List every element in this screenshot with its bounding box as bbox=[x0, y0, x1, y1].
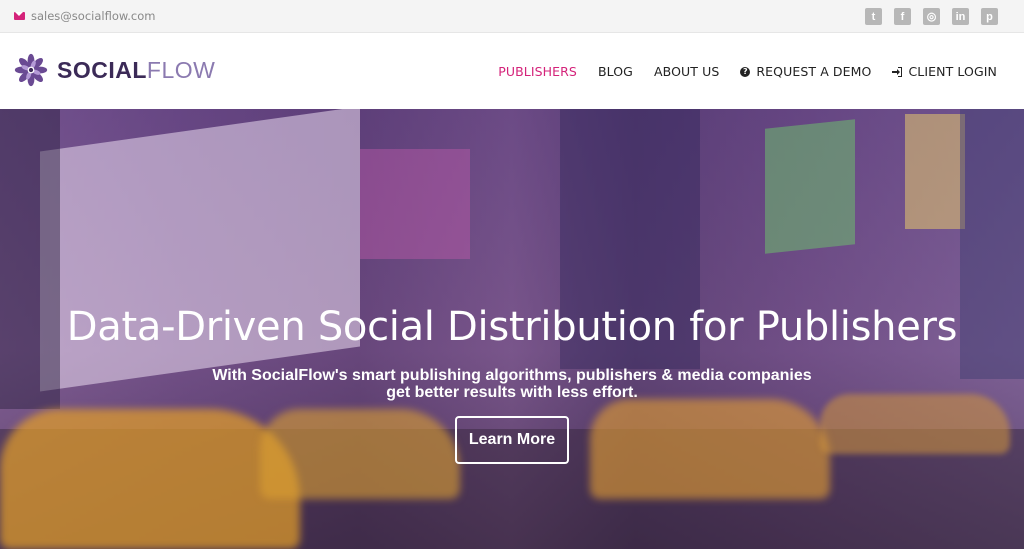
hero-sub-line2: get better results with less effort. bbox=[386, 384, 638, 401]
learn-more-button[interactable]: Learn More bbox=[455, 416, 569, 464]
logo-wordmark: SOCIALFLOW bbox=[57, 57, 215, 84]
hero-banner: Data-Driven Social Distribution for Publ… bbox=[0, 109, 1024, 549]
nav-publishers[interactable]: PUBLISHERS bbox=[498, 64, 577, 79]
hero-sub-line1: With SocialFlow's smart publishing algor… bbox=[212, 367, 812, 384]
sign-in-icon bbox=[892, 66, 903, 77]
envelope-icon bbox=[14, 12, 25, 20]
logo-social-text: SOCIAL bbox=[57, 56, 147, 83]
instagram-icon[interactable]: ◎ bbox=[923, 8, 940, 25]
billboard-center bbox=[360, 149, 470, 259]
logo-flow-text: FLOW bbox=[146, 56, 216, 83]
logo-flower-icon bbox=[14, 53, 48, 87]
taxi-left bbox=[0, 409, 300, 549]
twitter-icon[interactable]: t bbox=[865, 8, 882, 25]
billboard-green bbox=[765, 119, 855, 254]
taxi-far-right bbox=[820, 394, 1010, 454]
nav-demo-label: REQUEST A DEMO bbox=[756, 64, 872, 79]
pinterest-icon[interactable]: p bbox=[981, 8, 998, 25]
top-bar: sales@socialflow.com t f ◎ in p bbox=[0, 0, 1024, 33]
hero-subheading: With SocialFlow's smart publishing algor… bbox=[0, 367, 1024, 401]
nav-blog-label: BLOG bbox=[597, 64, 633, 79]
main-nav: PUBLISHERS BLOG ABOUT US ? REQUEST A DEMO… bbox=[498, 64, 997, 79]
email-link[interactable]: sales@socialflow.com bbox=[14, 9, 155, 23]
logo[interactable]: SOCIALFLOW bbox=[14, 53, 215, 87]
taxi-center bbox=[260, 409, 460, 499]
email-text: sales@socialflow.com bbox=[31, 9, 156, 23]
facebook-icon[interactable]: f bbox=[894, 8, 911, 25]
nav-login-label: CLIENT LOGIN bbox=[908, 64, 997, 79]
nav-client-login[interactable]: CLIENT LOGIN bbox=[892, 64, 997, 79]
building-left bbox=[0, 109, 60, 409]
hero-headline: Data-Driven Social Distribution for Publ… bbox=[66, 304, 958, 350]
social-links: t f ◎ in p bbox=[865, 8, 998, 25]
nav-request-demo[interactable]: ? REQUEST A DEMO bbox=[740, 64, 871, 79]
question-circle-icon: ? bbox=[740, 66, 751, 77]
nav-about-label: ABOUT US bbox=[653, 64, 720, 79]
nav-about-us[interactable]: ABOUT US bbox=[654, 64, 719, 79]
nav-blog[interactable]: BLOG bbox=[598, 64, 633, 79]
linkedin-icon[interactable]: in bbox=[952, 8, 969, 25]
billboard-yellow bbox=[905, 114, 965, 229]
site-header: SOCIALFLOW PUBLISHERS BLOG ABOUT US ? REQ… bbox=[0, 33, 1024, 109]
taxi-right bbox=[590, 399, 830, 499]
nav-publishers-label: PUBLISHERS bbox=[498, 64, 577, 79]
